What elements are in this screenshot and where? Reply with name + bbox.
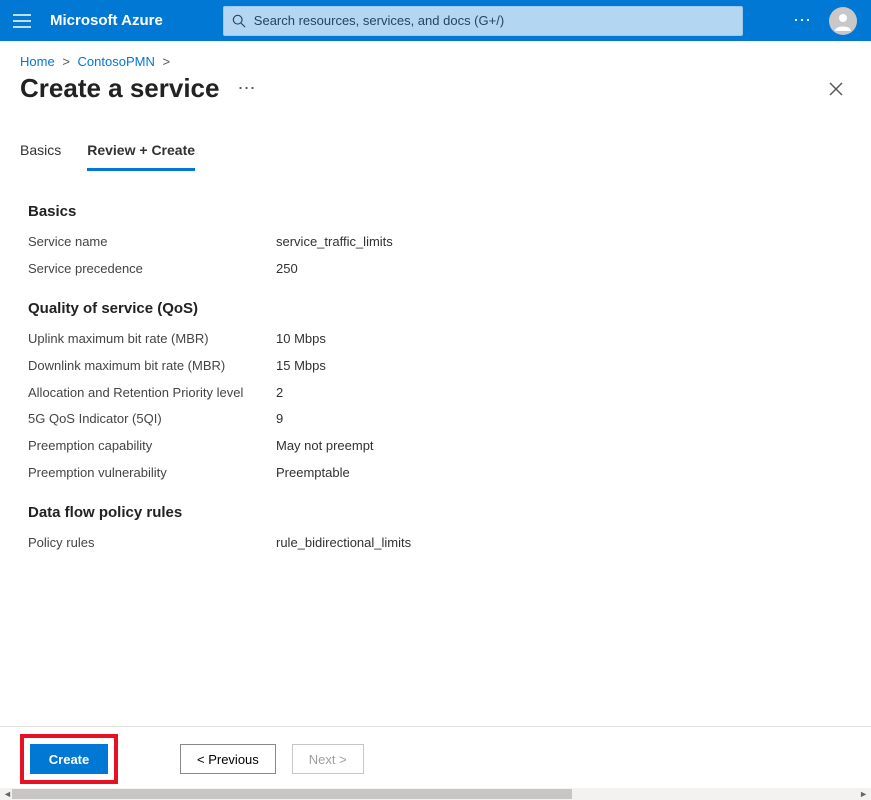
label-policy-rules: Policy rules <box>28 535 276 552</box>
search-input[interactable] <box>252 12 734 29</box>
scroll-left-icon[interactable]: ◄ <box>0 789 15 799</box>
label-uplink-mbr: Uplink maximum bit rate (MBR) <box>28 331 276 348</box>
previous-button[interactable]: < Previous <box>180 744 276 774</box>
scroll-thumb[interactable] <box>12 789 572 799</box>
create-button[interactable]: Create <box>30 744 108 774</box>
title-more-icon[interactable]: ⋯ <box>237 78 257 99</box>
label-preempt-cap: Preemption capability <box>28 438 276 455</box>
row-5qi: 5G QoS Indicator (5QI) 9 <box>28 411 851 428</box>
breadcrumb: Home > ContosoPMN > <box>0 41 871 71</box>
label-arp-level: Allocation and Retention Priority level <box>28 385 276 402</box>
create-highlight-box: Create <box>20 734 118 784</box>
label-preempt-vuln: Preemption vulnerability <box>28 465 276 482</box>
value-preempt-cap: May not preempt <box>276 438 374 455</box>
row-preempt-vuln: Preemption vulnerability Preemptable <box>28 465 851 482</box>
tab-review-create[interactable]: Review + Create <box>87 136 195 171</box>
value-arp-level: 2 <box>276 385 283 402</box>
horizontal-scrollbar[interactable]: ◄ ► <box>0 788 871 800</box>
footer-separator <box>0 726 871 727</box>
tab-basics[interactable]: Basics <box>20 136 61 171</box>
azure-header: Microsoft Azure ⋯ <box>0 0 871 41</box>
row-service-precedence: Service precedence 250 <box>28 261 851 278</box>
section-heading-qos: Quality of service (QoS) <box>28 300 851 317</box>
row-uplink-mbr: Uplink maximum bit rate (MBR) 10 Mbps <box>28 331 851 348</box>
section-heading-basics: Basics <box>28 203 851 220</box>
value-downlink-mbr: 15 Mbps <box>276 358 326 375</box>
value-preempt-vuln: Preemptable <box>276 465 350 482</box>
header-more-icon[interactable]: ⋯ <box>783 10 823 31</box>
value-policy-rules: rule_bidirectional_limits <box>276 535 411 552</box>
row-preempt-cap: Preemption capability May not preempt <box>28 438 851 455</box>
value-uplink-mbr: 10 Mbps <box>276 331 326 348</box>
value-service-name: service_traffic_limits <box>276 234 393 251</box>
tab-bar: Basics Review + Create <box>0 108 871 171</box>
breadcrumb-resource[interactable]: ContosoPMN <box>78 54 155 69</box>
row-downlink-mbr: Downlink maximum bit rate (MBR) 15 Mbps <box>28 358 851 375</box>
hamburger-menu-icon[interactable] <box>0 0 44 41</box>
chevron-right-icon: > <box>158 54 174 69</box>
global-search[interactable] <box>223 6 743 36</box>
scroll-right-icon[interactable]: ► <box>856 789 871 799</box>
value-service-precedence: 250 <box>276 261 298 278</box>
label-service-precedence: Service precedence <box>28 261 276 278</box>
review-panel: Basics Service name service_traffic_limi… <box>0 171 871 552</box>
user-avatar[interactable] <box>829 7 857 35</box>
value-5qi: 9 <box>276 411 283 428</box>
label-service-name: Service name <box>28 234 276 251</box>
wizard-footer: Create < Previous Next > <box>0 730 871 788</box>
brand-label[interactable]: Microsoft Azure <box>44 12 183 29</box>
page-title-row: Create a service ⋯ <box>0 71 871 108</box>
chevron-right-icon: > <box>58 54 74 69</box>
section-heading-dfp: Data flow policy rules <box>28 504 851 521</box>
page-title: Create a service <box>20 73 219 104</box>
row-service-name: Service name service_traffic_limits <box>28 234 851 251</box>
close-icon[interactable] <box>821 78 851 100</box>
next-button: Next > <box>292 744 364 774</box>
search-icon <box>232 14 246 28</box>
breadcrumb-home[interactable]: Home <box>20 54 55 69</box>
label-downlink-mbr: Downlink maximum bit rate (MBR) <box>28 358 276 375</box>
row-arp-level: Allocation and Retention Priority level … <box>28 385 851 402</box>
row-policy-rules: Policy rules rule_bidirectional_limits <box>28 535 851 552</box>
label-5qi: 5G QoS Indicator (5QI) <box>28 411 276 428</box>
